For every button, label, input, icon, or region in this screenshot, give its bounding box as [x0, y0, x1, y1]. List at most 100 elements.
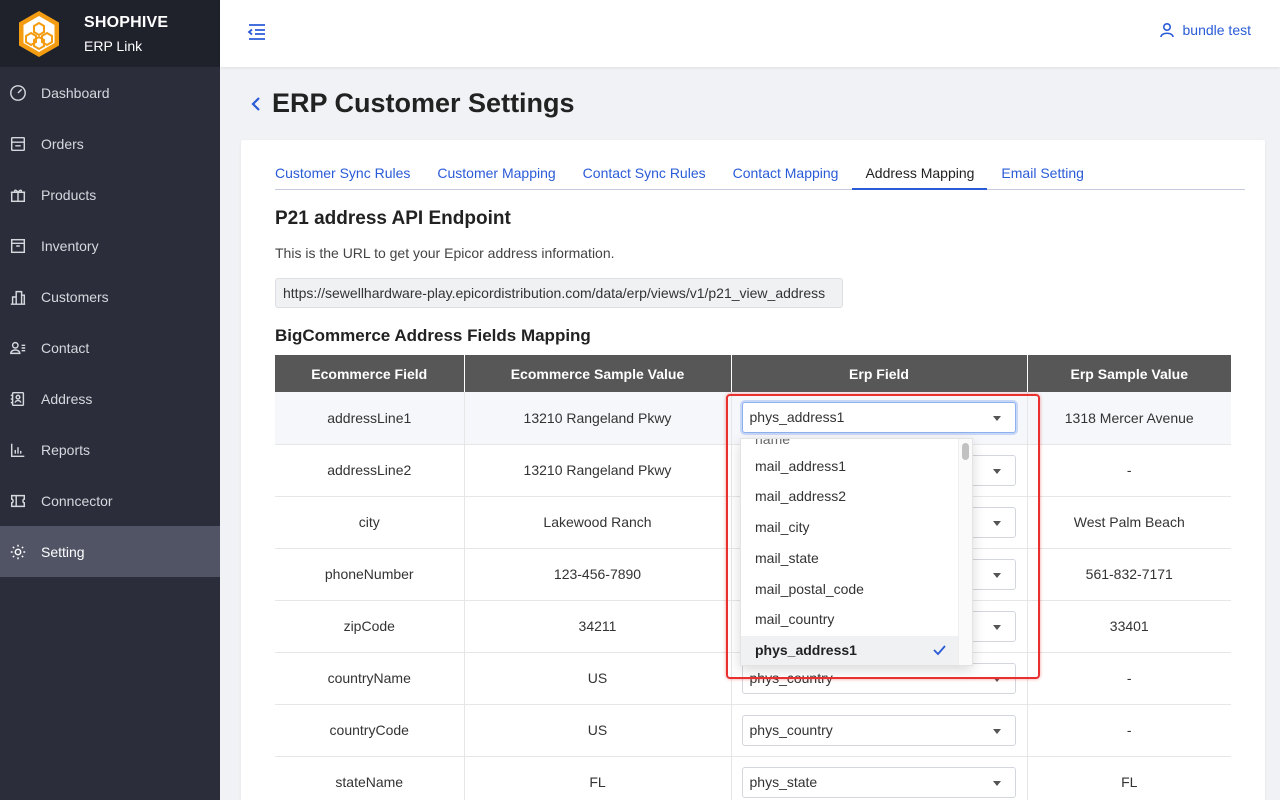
endpoint-title: P21 address API Endpoint: [275, 208, 511, 229]
brand[interactable]: SHOPHIVE ERP Link: [0, 0, 220, 67]
table-row: addressLine1 13210 Rangeland Pkwy phys_a…: [275, 392, 1231, 445]
sidebar-item-orders[interactable]: Orders: [0, 118, 220, 169]
sidebar-item-label: Orders: [41, 135, 84, 152]
endpoint-description: This is the URL to get your Epicor addre…: [275, 245, 615, 261]
caret-down-icon: [992, 520, 1001, 526]
erp-field-select[interactable]: phys_country: [741, 662, 1016, 694]
caret-down-icon: [992, 416, 1001, 422]
dropdown-option-partial[interactable]: name: [755, 439, 790, 447]
erp-field-value: phys_address1: [749, 409, 845, 426]
column-header: Erp Sample Value: [1027, 355, 1231, 392]
erp-sample: 1318 Mercer Avenue: [1027, 392, 1231, 445]
tab-customer-sync-rules[interactable]: Customer Sync Rules: [275, 158, 410, 190]
user-menu[interactable]: bundle test: [1159, 22, 1252, 38]
sidebar-item-label: Contact: [41, 339, 90, 356]
ecommerce-sample: 13210 Rangeland Pkwy: [464, 444, 732, 497]
erp-sample: 33401: [1027, 600, 1231, 653]
ecommerce-field: countryName: [275, 652, 465, 705]
address-book-icon: [8, 389, 28, 409]
sidebar-item-connector[interactable]: Conncector: [0, 475, 220, 526]
chevron-left-icon: [251, 96, 260, 111]
ecommerce-field: phoneNumber: [275, 548, 465, 601]
caret-down-icon: [992, 780, 1001, 786]
ecommerce-field: city: [275, 496, 465, 549]
table-row: stateName FL phys_state FL: [275, 756, 1231, 800]
erp-field-value: phys_country: [749, 721, 833, 738]
tab-contact-sync-rules[interactable]: Contact Sync Rules: [583, 158, 706, 190]
erp-field-select[interactable]: phys_state: [741, 766, 1016, 798]
sidebar-item-customers[interactable]: Customers: [0, 271, 220, 322]
settings-tabs: Customer Sync Rules Customer Mapping Con…: [275, 158, 1245, 190]
user-icon: [1159, 22, 1174, 38]
sidebar: SHOPHIVE ERP Link Dashboard Orders Produ…: [0, 0, 220, 800]
ecommerce-field: addressLine2: [275, 444, 465, 497]
sidebar-item-reports[interactable]: Reports: [0, 424, 220, 475]
sidebar-item-label: Customers: [41, 288, 109, 305]
erp-sample: -: [1027, 652, 1231, 705]
ecommerce-sample: FL: [464, 756, 732, 800]
table-header-row: Ecommerce Field Ecommerce Sample Value E…: [275, 355, 1231, 392]
sidebar-item-label: Setting: [41, 543, 85, 560]
dropdown-option[interactable]: mail_postal_code: [741, 575, 960, 606]
sidebar-item-inventory[interactable]: Inventory: [0, 220, 220, 271]
dropdown-option-selected[interactable]: phys_address1: [741, 636, 960, 665]
archive-icon: [8, 236, 28, 256]
erp-field-select[interactable]: phys_address1: [741, 402, 1016, 434]
erp-field-dropdown: name mail_address1 mail_address2 mail_ci…: [740, 438, 973, 666]
sidebar-item-label: Reports: [41, 441, 91, 458]
erp-sample: 561-832-7171: [1027, 548, 1231, 601]
dropdown-option-label: phys_address1: [755, 642, 857, 658]
erp-field-select[interactable]: phys_country: [741, 714, 1016, 746]
ecommerce-sample: US: [464, 704, 732, 757]
dropdown-option[interactable]: mail_state: [741, 544, 960, 575]
page-title: ERP Customer Settings: [272, 88, 575, 118]
tab-address-mapping[interactable]: Address Mapping: [852, 158, 988, 190]
sidebar-item-label: Dashboard: [41, 84, 110, 101]
ecommerce-field: addressLine1: [275, 392, 465, 445]
table-row: countryCode US phys_country -: [275, 704, 1231, 757]
dropdown-scrollbar[interactable]: [958, 439, 972, 665]
ecommerce-sample: 13210 Rangeland Pkwy: [464, 392, 732, 445]
erp-field-cell: phys_state: [731, 756, 1028, 800]
sidebar-nav: Dashboard Orders Products Inventory Cust…: [0, 67, 220, 577]
column-header: Ecommerce Field: [275, 355, 465, 392]
dropdown-option[interactable]: mail_address2: [741, 482, 960, 513]
dropdown-option[interactable]: mail_address1: [741, 452, 960, 483]
brand-subtitle: ERP Link: [84, 37, 143, 54]
contact-icon: [8, 338, 28, 358]
ticket-icon: [8, 491, 28, 511]
caret-down-icon: [992, 624, 1001, 630]
dropdown-option[interactable]: mail_country: [741, 605, 960, 636]
menu-collapse-icon[interactable]: [246, 21, 268, 43]
sidebar-item-label: Address: [41, 390, 93, 407]
scrollbar-thumb[interactable]: [962, 443, 969, 460]
sidebar-item-label: Inventory: [41, 237, 99, 254]
sidebar-item-products[interactable]: Products: [0, 169, 220, 220]
gear-icon: [8, 542, 28, 562]
erp-field-cell: phys_address1: [731, 392, 1028, 445]
ecommerce-sample: US: [464, 652, 732, 705]
ecommerce-field: countryCode: [275, 704, 465, 757]
column-header: Erp Field: [731, 355, 1028, 392]
dropdown-option[interactable]: mail_city: [741, 513, 960, 544]
erp-sample: -: [1027, 444, 1231, 497]
tab-email-setting[interactable]: Email Setting: [1001, 158, 1083, 190]
endpoint-url-field[interactable]: https://sewellhardware-play.epicordistri…: [275, 278, 843, 308]
ecommerce-field: stateName: [275, 756, 465, 800]
sidebar-item-dashboard[interactable]: Dashboard: [0, 67, 220, 118]
tab-contact-mapping[interactable]: Contact Mapping: [733, 158, 839, 190]
back-button[interactable]: [250, 89, 264, 119]
tab-customer-mapping[interactable]: Customer Mapping: [437, 158, 555, 190]
ecommerce-field: zipCode: [275, 600, 465, 653]
user-name: bundle test: [1182, 22, 1252, 38]
sidebar-item-setting[interactable]: Setting: [0, 526, 220, 577]
sidebar-item-address[interactable]: Address: [0, 373, 220, 424]
column-header: Ecommerce Sample Value: [464, 355, 732, 392]
sidebar-item-contact[interactable]: Contact: [0, 322, 220, 373]
check-icon: [932, 643, 946, 657]
ecommerce-sample: Lakewood Ranch: [464, 496, 732, 549]
caret-down-icon: [992, 468, 1001, 474]
caret-down-icon: [992, 676, 1001, 682]
bar-chart-icon: [8, 440, 28, 460]
erp-field-cell: phys_country: [731, 704, 1028, 757]
